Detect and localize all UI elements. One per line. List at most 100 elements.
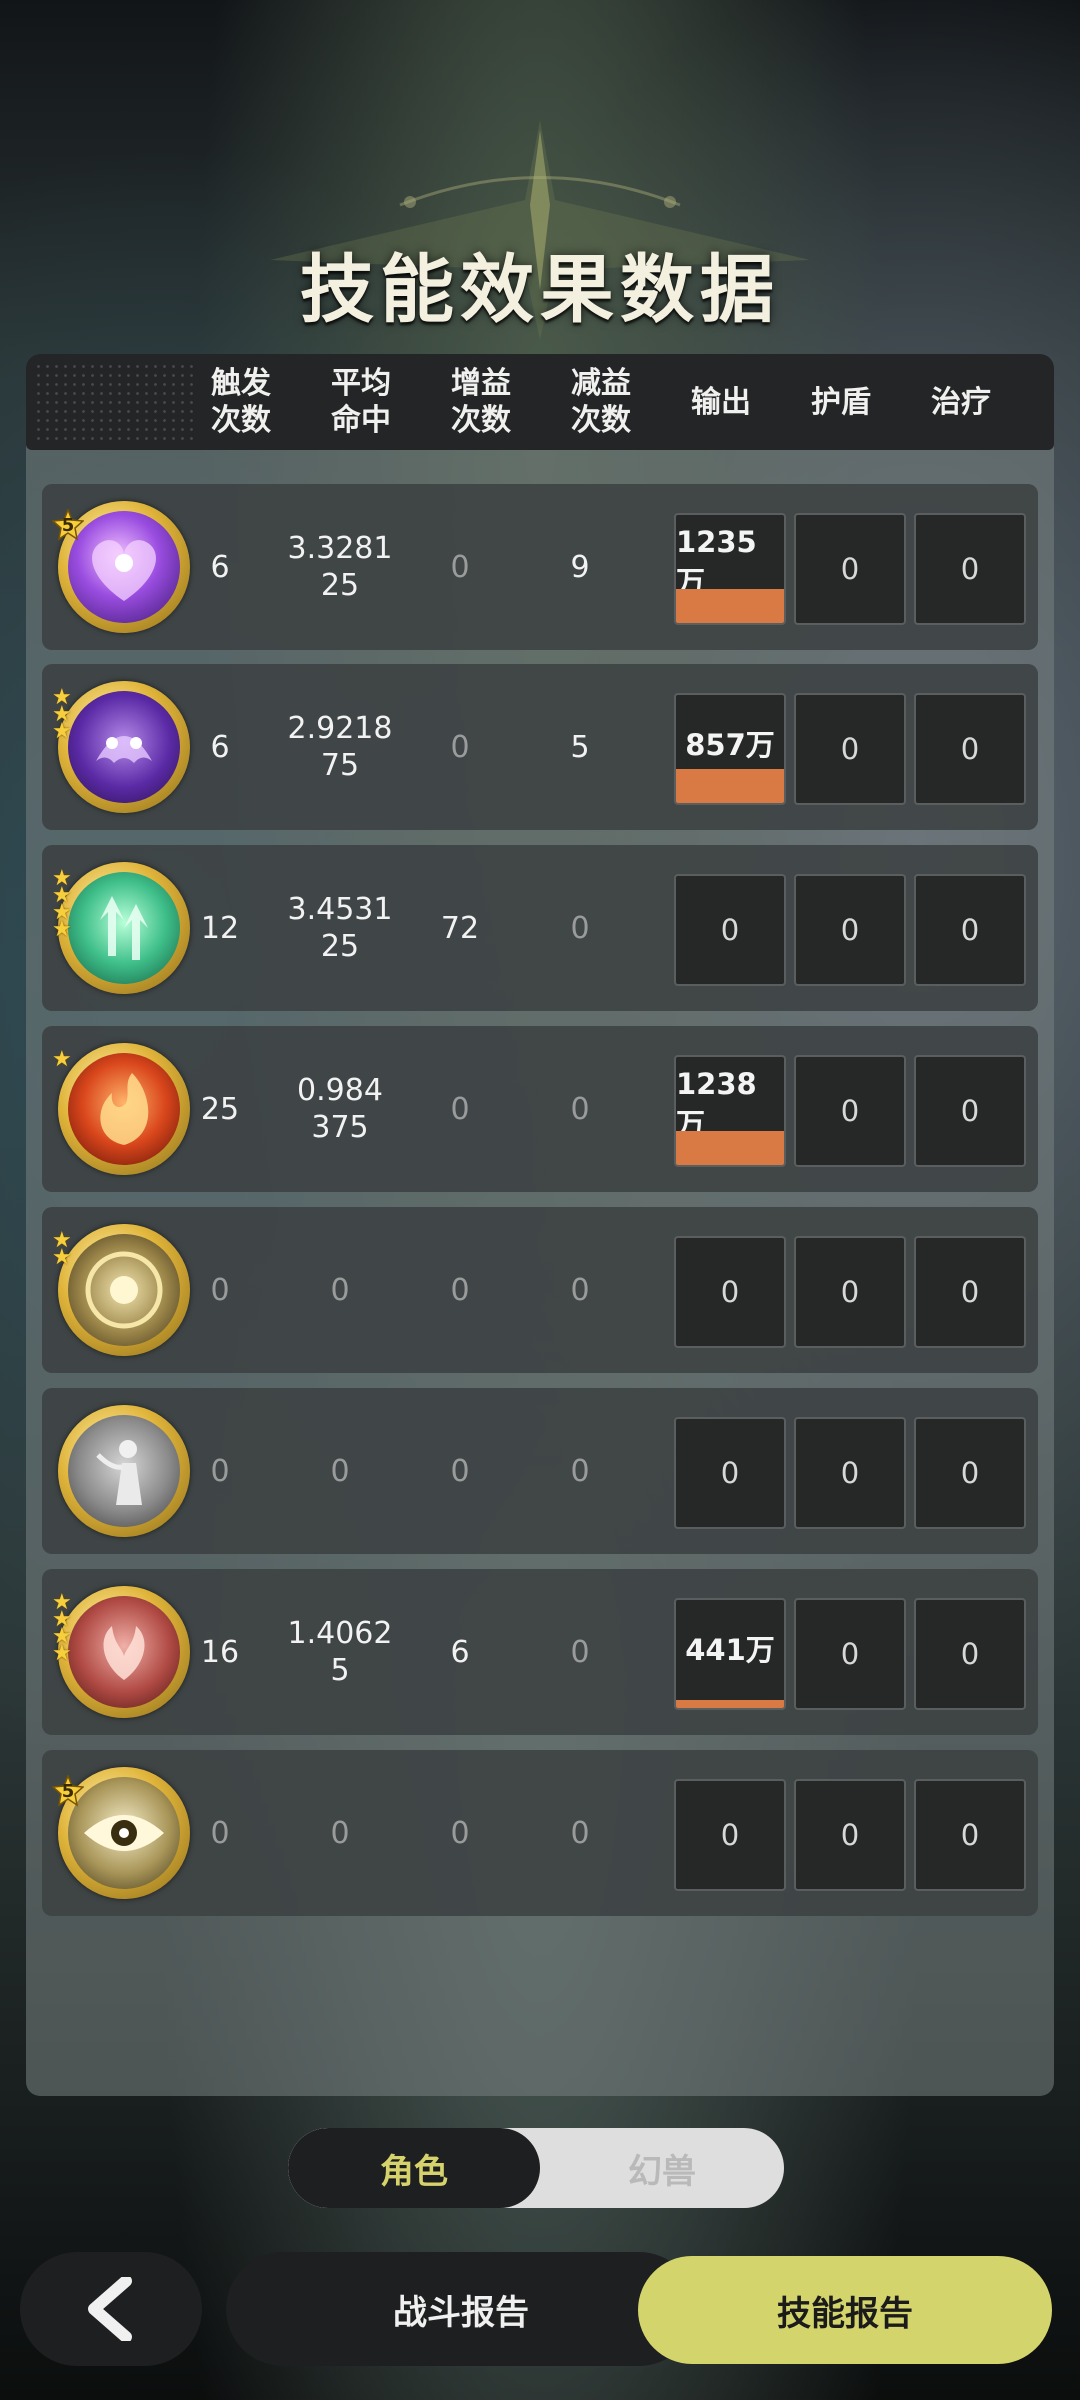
output-bar [676, 769, 784, 803]
value-box-shield: 0 [794, 1598, 906, 1710]
table-row[interactable]: 5 0 0 0 0 0 0 0 [42, 1750, 1038, 1916]
cell-buff: 0 [450, 1091, 470, 1127]
cell-buff: 72 [440, 910, 480, 946]
table-row[interactable]: ★ ★ 0 0 0 0 0 0 0 [42, 1207, 1038, 1373]
star-level-number: 5 [61, 1781, 75, 1802]
cell-buff: 0 [450, 1453, 470, 1489]
cell-avg-hit: 0.984 375 [297, 1073, 383, 1145]
value-box-output: 0 [674, 874, 786, 986]
cell-avg-hit: 1.4062 5 [287, 1616, 393, 1688]
col-debuff-count: 减益 次数 [571, 366, 631, 438]
cell-trigger: 0 [210, 1453, 230, 1489]
toggle-character[interactable]: 角色 [288, 2128, 540, 2208]
cell-debuff: 9 [570, 549, 590, 585]
value-box-output: 857万 [674, 693, 786, 805]
page-title: 技能效果数据 [300, 247, 780, 333]
value-shield: 0 [840, 1637, 860, 1671]
star-icon: ★ [52, 917, 72, 942]
value-box-shield: 0 [794, 1236, 906, 1348]
col-heal: 治疗 [931, 384, 991, 420]
value-shield: 0 [840, 732, 860, 766]
header-pattern [34, 362, 194, 442]
cell-debuff: 0 [570, 1272, 590, 1308]
cell-buff: 0 [450, 1815, 470, 1851]
back-arrow-icon [88, 2277, 132, 2341]
value-box-shield: 0 [794, 513, 906, 625]
cell-trigger: 25 [200, 1091, 240, 1127]
cell-trigger: 16 [200, 1634, 240, 1670]
title-area: 技能效果数据 [0, 110, 1080, 340]
col-output: 输出 [691, 384, 751, 420]
star-level-number: 5 [61, 515, 75, 536]
value-box-heal: 0 [914, 1779, 1026, 1891]
value-box-heal: 0 [914, 513, 1026, 625]
unit-type-toggle[interactable]: 角色 幻兽 [288, 2128, 784, 2208]
value-shield: 0 [840, 913, 860, 947]
star-icon: ★ [52, 719, 72, 744]
star-icon: ★ [52, 1245, 72, 1270]
back-button[interactable] [20, 2252, 202, 2366]
cell-trigger: 12 [200, 910, 240, 946]
cell-avg-hit: 3.3281 25 [287, 531, 393, 603]
output-bar [676, 1131, 784, 1165]
cell-trigger: 0 [210, 1815, 230, 1851]
table-row[interactable]: ★ ★ ★ ★ 12 3.4531 25 72 0 0 0 0 [42, 845, 1038, 1011]
value-box-output: 0 [674, 1236, 786, 1348]
table-header: 触发 次数 平均 命中 增益 次数 减益 次数 输出 护盾 治疗 [26, 354, 1054, 450]
value-box-heal: 0 [914, 1055, 1026, 1167]
star-rating: ★ ★ [52, 1230, 82, 1270]
value-shield: 0 [840, 552, 860, 586]
star-icon: ★ [52, 1047, 72, 1072]
star-rating: ★ ★ ★ ★ [52, 1592, 82, 1666]
cell-trigger: 6 [210, 729, 230, 765]
value-box-shield: 0 [794, 693, 906, 805]
cell-debuff: 5 [570, 729, 590, 765]
star-level-badge: 5 [52, 509, 84, 541]
value-heal: 0 [960, 1818, 980, 1852]
cell-buff: 0 [450, 729, 470, 765]
col-buff-count: 增益 次数 [451, 366, 511, 438]
value-box-output: 1238万 [674, 1055, 786, 1167]
cell-buff: 0 [450, 1272, 470, 1308]
cell-avg-hit: 0 [330, 1815, 350, 1851]
value-shield: 0 [840, 1818, 860, 1852]
cell-buff: 6 [450, 1634, 470, 1670]
value-heal: 0 [960, 732, 980, 766]
cell-avg-hit: 3.4531 25 [287, 892, 393, 964]
value-box-shield: 0 [794, 1417, 906, 1529]
cell-buff: 0 [450, 549, 470, 585]
table-row[interactable]: ★ ★ ★ 6 2.9218 75 0 5 857万 0 0 [42, 664, 1038, 830]
value-box-output: 0 [674, 1417, 786, 1529]
cell-debuff: 0 [570, 910, 590, 946]
col-trigger-count: 触发 次数 [211, 366, 271, 438]
value-output: 0 [720, 1275, 740, 1309]
table-row[interactable]: ★ 25 0.984 375 0 0 1238万 0 0 [42, 1026, 1038, 1192]
value-heal: 0 [960, 913, 980, 947]
value-box-heal: 0 [914, 1598, 1026, 1710]
star-rating: ★ [52, 1047, 82, 1072]
value-output: 441万 [685, 1633, 775, 1667]
value-box-shield: 0 [794, 874, 906, 986]
battle-report-button[interactable]: 战斗报告 [226, 2252, 696, 2366]
value-box-heal: 0 [914, 1417, 1026, 1529]
value-box-output: 0 [674, 1779, 786, 1891]
cell-debuff: 0 [570, 1453, 590, 1489]
table-row[interactable]: 0 0 0 0 0 0 0 [42, 1388, 1038, 1554]
value-box-heal: 0 [914, 874, 1026, 986]
star-rating: ★ ★ ★ [52, 687, 82, 744]
value-box-heal: 0 [914, 693, 1026, 805]
table-row[interactable]: ★ ★ ★ ★ 16 1.4062 5 6 0 441万 0 0 [42, 1569, 1038, 1735]
cell-avg-hit: 2.9218 75 [287, 711, 393, 783]
table-row[interactable]: 5 6 3.3281 25 0 9 1235万 0 0 [42, 484, 1038, 650]
cell-debuff: 0 [570, 1815, 590, 1851]
value-output: 0 [720, 1818, 740, 1852]
value-output: 0 [720, 913, 740, 947]
toggle-beast[interactable]: 幻兽 [540, 2128, 784, 2208]
skill-report-button[interactable]: 技能报告 [638, 2256, 1052, 2364]
value-box-heal: 0 [914, 1236, 1026, 1348]
star-level-badge: 5 [52, 1775, 84, 1807]
star-icon: ★ [52, 1641, 72, 1666]
value-box-output: 441万 [674, 1598, 786, 1710]
value-output: 0 [720, 1456, 740, 1490]
star-rating: ★ ★ ★ ★ [52, 868, 82, 942]
